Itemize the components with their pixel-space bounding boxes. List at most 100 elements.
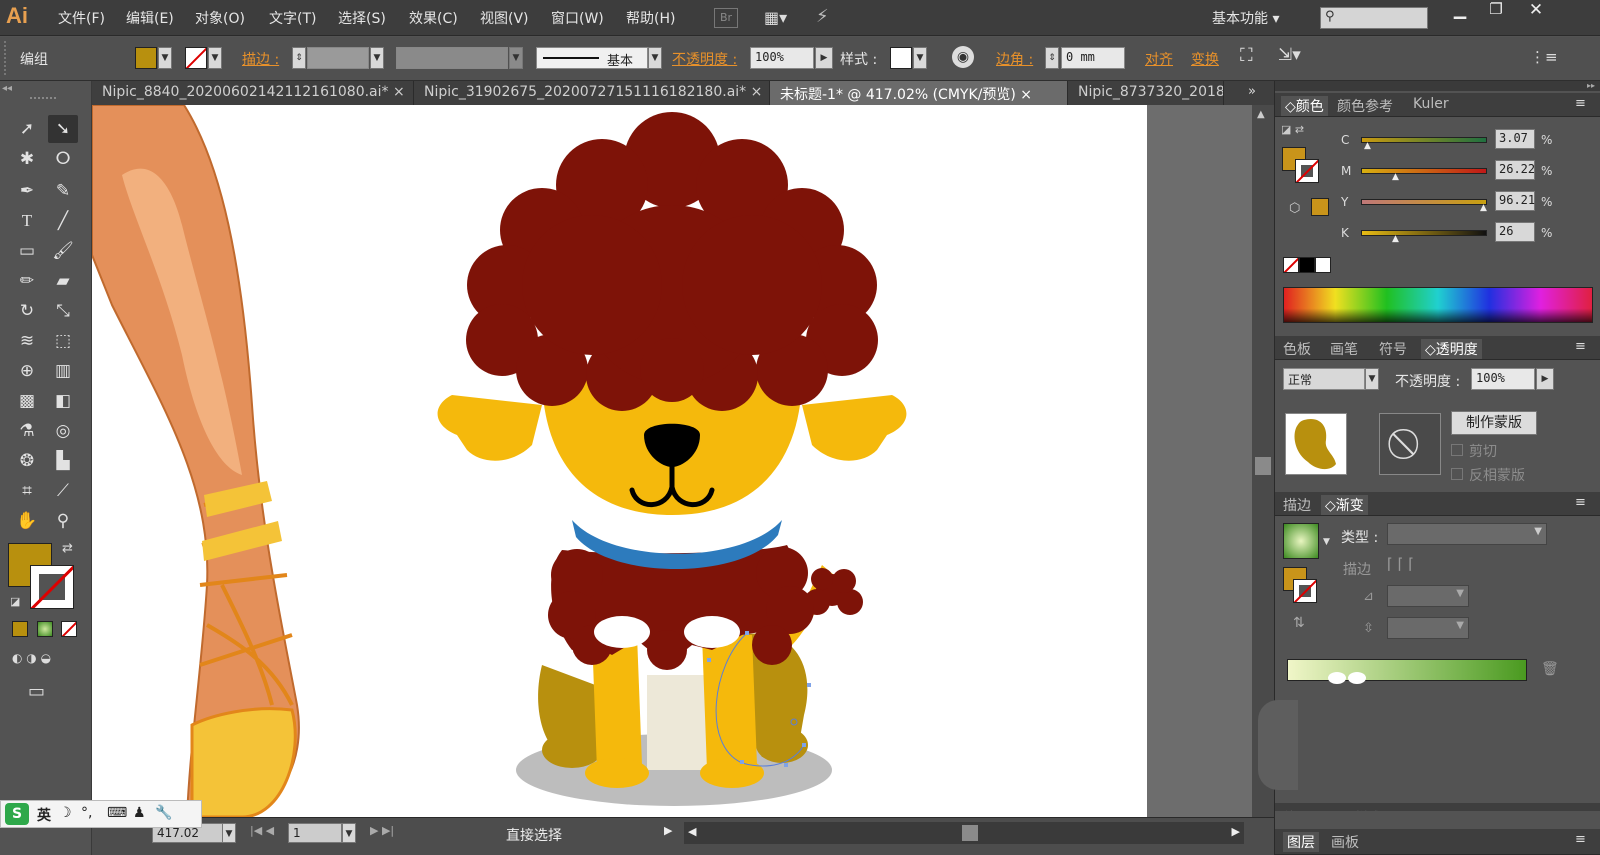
blend-mode-dropdown[interactable]: ▼ — [1365, 368, 1379, 390]
draw-mode-icon[interactable]: ◐ ◑ ◒ — [12, 651, 78, 669]
yellow-value-input[interactable]: 96.21 — [1495, 191, 1535, 211]
selection-tool-icon[interactable]: ➚ — [12, 115, 42, 143]
curvature-tool-icon[interactable]: ✎ — [48, 177, 78, 205]
tab-document-2[interactable]: Nipic_31902675_20200727151116182180.ai* … — [414, 81, 770, 105]
panel-menu-icon[interactable]: ≡ — [1575, 339, 1586, 354]
arrange-documents-icon[interactable]: ▦▾ — [764, 8, 798, 28]
perspective-grid-tool-icon[interactable]: ▥ — [48, 357, 78, 385]
reverse-gradient-icon[interactable]: ⇅ — [1293, 615, 1305, 631]
style-dropdown[interactable]: ▼ — [913, 47, 927, 69]
default-colors-icon[interactable]: ◪ — [10, 595, 20, 608]
tab-layers[interactable]: 图层 — [1283, 832, 1319, 852]
stroke-dropdown[interactable]: ▼ — [208, 47, 222, 69]
lasso-tool-icon[interactable]: ⵔ — [48, 145, 78, 173]
opacity-field[interactable]: 100% — [750, 47, 814, 69]
stroke-label[interactable]: 描边 : — [242, 49, 279, 69]
tab-document-active[interactable]: 未标题-1* @ 417.02% (CMYK/预览) × — [770, 81, 1068, 105]
scroll-thumb[interactable] — [1255, 457, 1271, 475]
type-tool-icon[interactable]: T — [12, 207, 42, 235]
keyboard-icon[interactable]: ⌨ — [107, 805, 127, 821]
menu-effect[interactable]: 效果(C) — [409, 8, 458, 28]
corner-stepper[interactable]: ⇕ — [1045, 47, 1059, 69]
scale-tool-icon[interactable]: ⤡ — [48, 297, 78, 325]
recolor-artwork-icon[interactable]: ◉ — [952, 46, 974, 68]
gradient-slider[interactable] — [1287, 659, 1527, 684]
fill-dropdown[interactable]: ▼ — [158, 47, 172, 69]
free-transform-tool-icon[interactable]: ⬚ — [48, 327, 78, 355]
slice-tool-icon[interactable]: ⟋ — [48, 477, 78, 505]
blend-mode-select[interactable]: 正常 — [1283, 368, 1365, 390]
zoom-tool-icon[interactable]: ⚲ — [48, 507, 78, 535]
tab-document-4[interactable]: Nipic_8737320_2018 — [1068, 81, 1224, 105]
width-tool-icon[interactable]: ≋ — [12, 327, 42, 355]
rotate-tool-icon[interactable]: ↻ — [12, 297, 42, 325]
bridge-button[interactable]: Br — [714, 8, 738, 28]
artwork[interactable] — [91, 104, 1147, 819]
tab-document-1[interactable]: Nipic_8840_20200602142112161080.ai* × — [92, 81, 414, 105]
graphic-style-swatch[interactable] — [890, 47, 912, 69]
cyan-value-input[interactable]: 3.07 — [1495, 129, 1535, 149]
magic-wand-tool-icon[interactable]: ✱ — [12, 145, 42, 173]
isolate-group-icon[interactable]: ⛶ — [1240, 45, 1253, 66]
half-width-icon[interactable]: ☽ — [59, 805, 72, 821]
scroll-up-icon[interactable]: ▲ — [1257, 109, 1265, 120]
ime-toolbar[interactable]: S 英 ☽ °, ⌨ ♟ 🔧 — [0, 800, 202, 828]
brush-definition[interactable]: 基本 — [536, 47, 648, 69]
ballerina-leg-artwork[interactable] — [91, 104, 300, 819]
punctuation-icon[interactable]: °, — [81, 805, 92, 821]
collapse-toolbox-icon[interactable]: ◂◂ — [2, 83, 12, 94]
none-mode-button[interactable] — [61, 621, 77, 637]
puppet-warp-icon[interactable]: ⇲▾ — [1278, 45, 1301, 65]
minimize-button[interactable]: ▁ — [1442, 0, 1478, 26]
blend-tool-icon[interactable]: ◎ — [48, 417, 78, 445]
close-icon[interactable]: × — [751, 84, 763, 100]
artboard-number-field[interactable]: 1 — [288, 823, 342, 843]
opacity-label[interactable]: 不透明度 : — [672, 49, 737, 69]
fill-swatch[interactable] — [135, 47, 157, 69]
stroke-gradient-mode-icons[interactable]: ⌈ ⌈ ⌈ — [1387, 555, 1471, 579]
tab-gradient[interactable]: ◇渐变 — [1321, 495, 1368, 515]
next-artboard-icon[interactable]: ▶ ▶| — [370, 824, 394, 837]
delete-stop-icon[interactable]: 🗑 — [1541, 661, 1559, 677]
close-icon[interactable]: × — [1020, 87, 1032, 103]
stroke-weight-stepper[interactable]: ⇕ — [292, 47, 306, 69]
stroke-swatch[interactable] — [185, 47, 207, 69]
artboard-tool-icon[interactable]: ⌗ — [12, 477, 42, 505]
close-window-button[interactable]: ✕ — [1514, 0, 1558, 26]
tab-brushes[interactable]: 画笔 — [1330, 339, 1358, 359]
zoom-dropdown[interactable]: ▼ — [222, 823, 236, 843]
gradient-angle-field[interactable]: ▼ — [1387, 585, 1469, 607]
clip-checkbox[interactable]: 剪切 — [1451, 441, 1497, 461]
tab-stroke[interactable]: 描边 — [1283, 495, 1311, 515]
artboard-dropdown[interactable]: ▼ — [342, 823, 356, 843]
magenta-value-input[interactable]: 26.22 — [1495, 160, 1535, 180]
status-menu-icon[interactable]: ▶ — [664, 824, 672, 837]
panel-menu-icon[interactable]: ≡ — [1575, 96, 1586, 111]
color-mode-button[interactable] — [12, 621, 28, 637]
opacity-arrow[interactable]: ▶ — [815, 47, 833, 69]
black-slider[interactable]: ▲ — [1361, 230, 1487, 244]
panel-stroke-swatch[interactable] — [1295, 159, 1319, 183]
tab-swatches[interactable]: 色板 — [1283, 339, 1311, 359]
restore-button[interactable]: ❐ — [1478, 0, 1514, 26]
poodle-artwork[interactable] — [437, 112, 907, 806]
black-value-input[interactable]: 26 — [1495, 222, 1535, 242]
menu-object[interactable]: 对象(O) — [195, 8, 245, 28]
gpu-performance-icon[interactable]: ⚡ — [816, 6, 844, 28]
panel-menu-icon[interactable]: ≡ — [1575, 495, 1586, 510]
line-tool-icon[interactable]: ╱ — [48, 207, 78, 235]
variable-width-profile[interactable] — [396, 47, 508, 69]
menu-help[interactable]: 帮助(H) — [626, 8, 675, 28]
gradient-stroke-swatch[interactable] — [1293, 579, 1317, 603]
tab-symbols[interactable]: 符号 — [1379, 339, 1407, 359]
control-panel-menu-icon[interactable]: ⋮≡ — [1530, 48, 1558, 66]
gamut-swatch[interactable] — [1311, 198, 1329, 216]
gradient-type-select[interactable]: ▼ — [1387, 523, 1547, 545]
search-input[interactable]: ⚲ — [1320, 7, 1428, 29]
menu-type[interactable]: 文字(T) — [269, 8, 316, 28]
eyedropper-tool-icon[interactable]: ⚗ — [12, 417, 42, 445]
black-swatch[interactable] — [1299, 257, 1315, 273]
stroke-color-box[interactable] — [30, 565, 74, 609]
object-thumbnail[interactable] — [1285, 413, 1347, 475]
dock-collapse-icon[interactable]: ▸▸ — [1275, 81, 1600, 91]
